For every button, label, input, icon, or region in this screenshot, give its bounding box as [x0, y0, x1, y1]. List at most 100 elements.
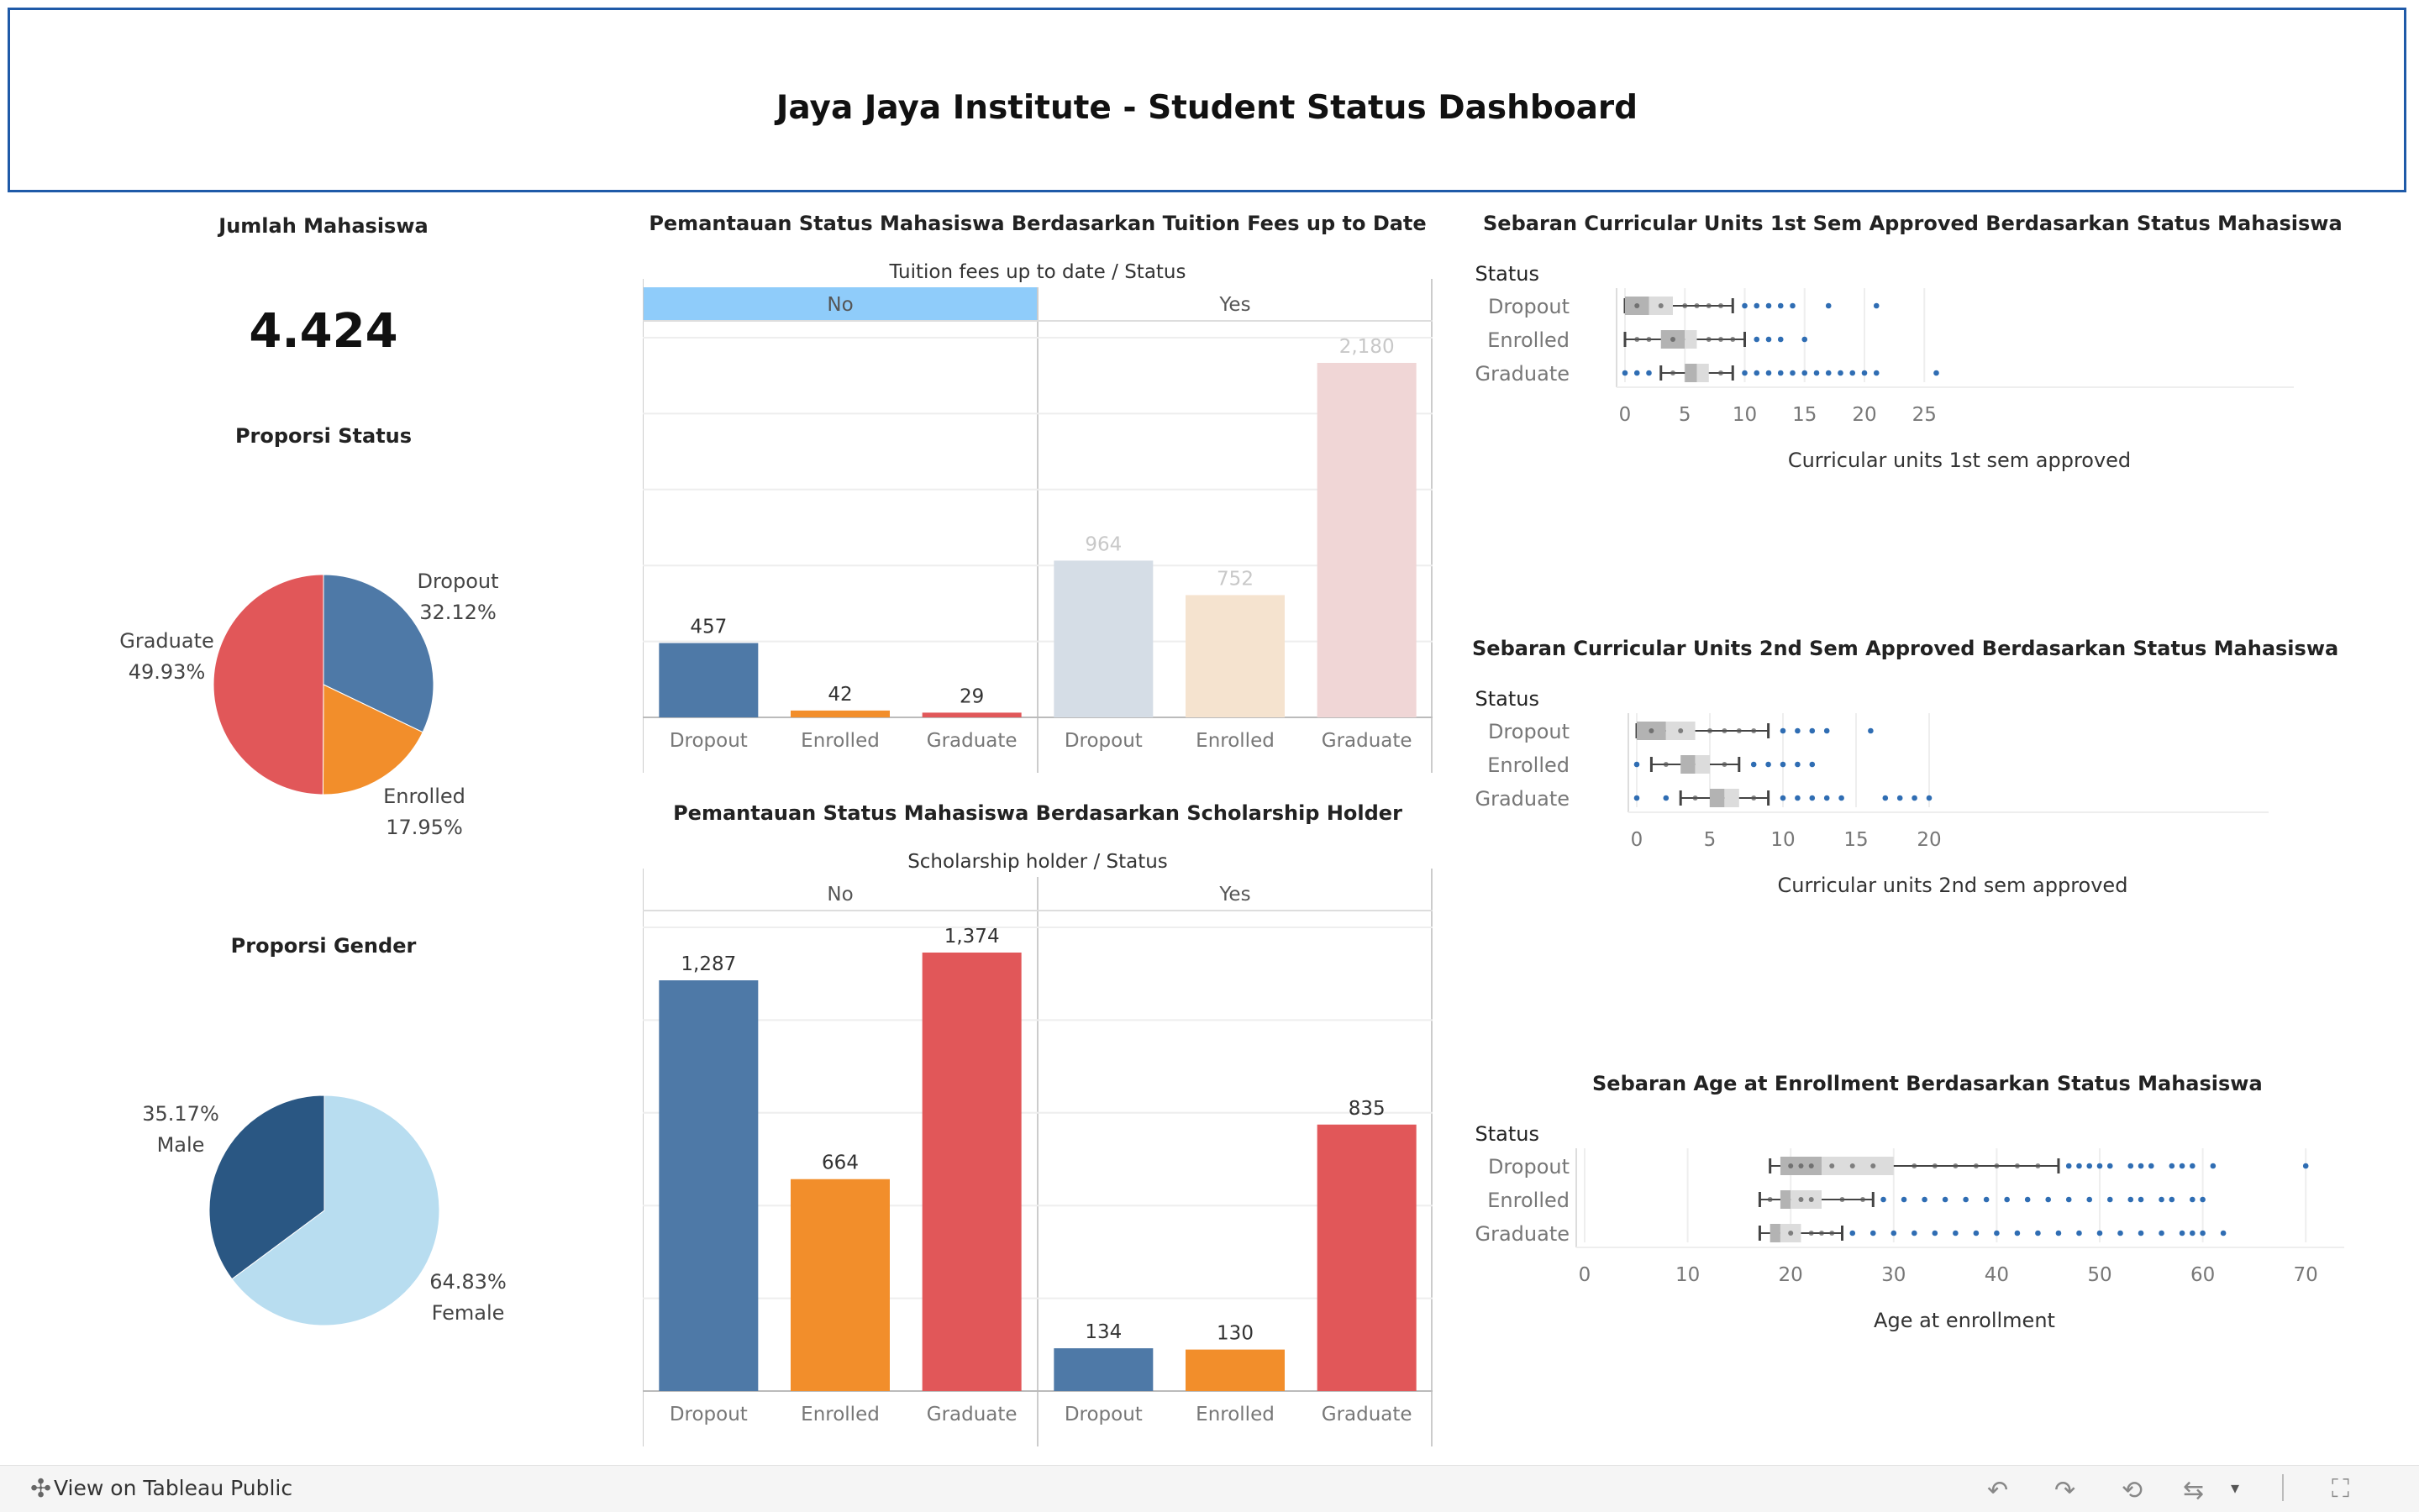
data-point	[1663, 762, 1669, 767]
x-tick-label: Dropout	[1065, 1404, 1143, 1425]
bar-yes-graduate	[1317, 363, 1417, 717]
box2-chart[interactable]: Status Dropout Enrolled Graduate 0 5 10 15 20 Cur…	[1462, 673, 2386, 908]
status-pie-title: Proporsi Status	[234, 424, 413, 448]
bar-no-enrolled	[791, 710, 890, 717]
outlier-point	[1754, 336, 1760, 343]
bar-label: 1,374	[944, 926, 1000, 948]
redo-icon[interactable]: ↷	[2054, 1476, 2075, 1505]
bar-yes-enrolled	[1186, 595, 1285, 717]
group-header-yes: Yes	[1218, 294, 1250, 316]
outlier-point	[1809, 727, 1816, 734]
outlier-point	[1912, 795, 1917, 801]
x-axis-title: Curricular units 2nd sem approved	[1778, 874, 2128, 897]
box-lower	[1685, 364, 1697, 382]
outlier-point	[1873, 370, 1880, 376]
box-lower	[1680, 755, 1696, 774]
outlier-point	[1780, 761, 1786, 768]
outlier-point	[1912, 1230, 1917, 1236]
share-icon[interactable]: ⇆	[2183, 1476, 2204, 1505]
row-label-enrolled: Enrolled	[1487, 328, 1570, 352]
data-point	[1808, 1231, 1814, 1236]
outlier-point	[1953, 1230, 1959, 1236]
undo-icon[interactable]: ↶	[1987, 1476, 2008, 1505]
outlier-point	[1754, 370, 1760, 376]
bar-label: 664	[822, 1152, 859, 1174]
bar-label: 134	[1085, 1321, 1122, 1343]
outlier-point	[1742, 302, 1748, 309]
view-on-tableau-link[interactable]: View on Tableau Public	[54, 1476, 292, 1500]
group-header-no: No	[827, 884, 853, 906]
outlier-point	[2045, 1196, 2051, 1203]
revert-icon[interactable]: ⟲	[2122, 1476, 2143, 1505]
x-tick-label: 60	[2190, 1264, 2215, 1286]
x-tick-label: 5	[1704, 829, 1717, 851]
x-tick-label: 30	[1881, 1264, 1906, 1286]
data-point	[1953, 1163, 1959, 1168]
x-tick-label: Graduate	[1322, 730, 1412, 752]
outlier-point	[1891, 1230, 1897, 1236]
status-legend-title: Status	[1475, 1122, 1539, 1146]
data-point	[1788, 1231, 1794, 1236]
box-upper	[1695, 755, 1710, 774]
scholarship-bar-chart[interactable]: Scholarship holder / Status No Yes 1,287 Dr…	[643, 842, 1433, 1446]
outlier-point	[1801, 370, 1808, 376]
row-label-graduate: Graduate	[1475, 362, 1570, 386]
outlier-point	[2004, 1196, 2010, 1203]
bar-label: 130	[1217, 1323, 1254, 1345]
box3-chart[interactable]: Status Dropout Enrolled Graduate 0 10 20 30 40 50…	[1462, 1108, 2386, 1343]
outlier-point	[1901, 1196, 1907, 1203]
outlier-point	[1861, 370, 1868, 376]
data-point	[1706, 303, 1712, 308]
outlier-point	[1663, 795, 1670, 801]
box1-chart[interactable]: Status Dropout Enrolled Graduate 0 5 10 15 20 25 C…	[1462, 248, 2386, 483]
outlier-point	[1795, 727, 1801, 734]
x-tick-label: Graduate	[1322, 1404, 1412, 1425]
x-tick-label: 40	[1985, 1264, 2009, 1286]
data-point	[1798, 1197, 1804, 1202]
outlier-point	[2190, 1230, 2196, 1236]
tableau-footer: ✣ View on Tableau Public ↶ ↷ ⟲ ⇆ ▾ ⛶	[0, 1465, 2419, 1512]
tuition-bar-chart[interactable]: Tuition fees up to date / Status No Yes 45…	[643, 252, 1433, 773]
outlier-point	[1780, 795, 1786, 801]
data-point	[1718, 303, 1723, 308]
group-header-yes: Yes	[1218, 884, 1250, 906]
pie-label-graduate: Graduate 49.93%	[119, 629, 214, 684]
row-label-enrolled: Enrolled	[1487, 1189, 1570, 1212]
data-point	[1818, 1231, 1824, 1236]
x-tick-label: Dropout	[670, 730, 748, 752]
box-lower	[1780, 1190, 1791, 1209]
outlier-point	[1813, 370, 1820, 376]
data-point	[2014, 1163, 2020, 1168]
outlier-point	[2220, 1230, 2227, 1236]
dropdown-caret-icon[interactable]: ▾	[2231, 1478, 2239, 1498]
x-tick-label: Enrolled	[1196, 730, 1275, 752]
pie-label-male: 35.17% Male	[142, 1102, 219, 1157]
outlier-point	[2065, 1163, 2072, 1169]
outlier-point	[2086, 1163, 2093, 1169]
outlier-point	[2200, 1196, 2206, 1203]
data-point	[1849, 1163, 1855, 1168]
fullscreen-icon[interactable]: ⛶	[2332, 1474, 2349, 1504]
bar-yes-enrolled	[1186, 1349, 1285, 1391]
outlier-point	[2117, 1230, 2123, 1236]
outlier-point	[1868, 727, 1874, 734]
outlier-point	[2106, 1196, 2113, 1203]
bar-label: 42	[828, 684, 852, 706]
outlier-point	[1873, 302, 1880, 309]
gender-pie-chart[interactable]	[206, 1092, 443, 1329]
outlier-point	[1825, 370, 1832, 376]
x-tick-label: 10	[1675, 1264, 1700, 1286]
outlier-point	[1765, 336, 1772, 343]
data-point	[2035, 1163, 2041, 1168]
data-point	[1829, 1231, 1835, 1236]
x-tick-label: 20	[1917, 829, 1941, 851]
data-point	[1808, 1197, 1814, 1202]
outlier-point	[1750, 761, 1757, 768]
outlier-point	[2169, 1163, 2175, 1169]
data-point	[1682, 303, 1688, 308]
toolbar-divider	[2282, 1474, 2284, 1501]
box-lower	[1710, 789, 1725, 807]
x-tick-label: 0	[1619, 404, 1632, 426]
bar-label: 29	[960, 685, 984, 707]
data-point	[1722, 728, 1727, 733]
